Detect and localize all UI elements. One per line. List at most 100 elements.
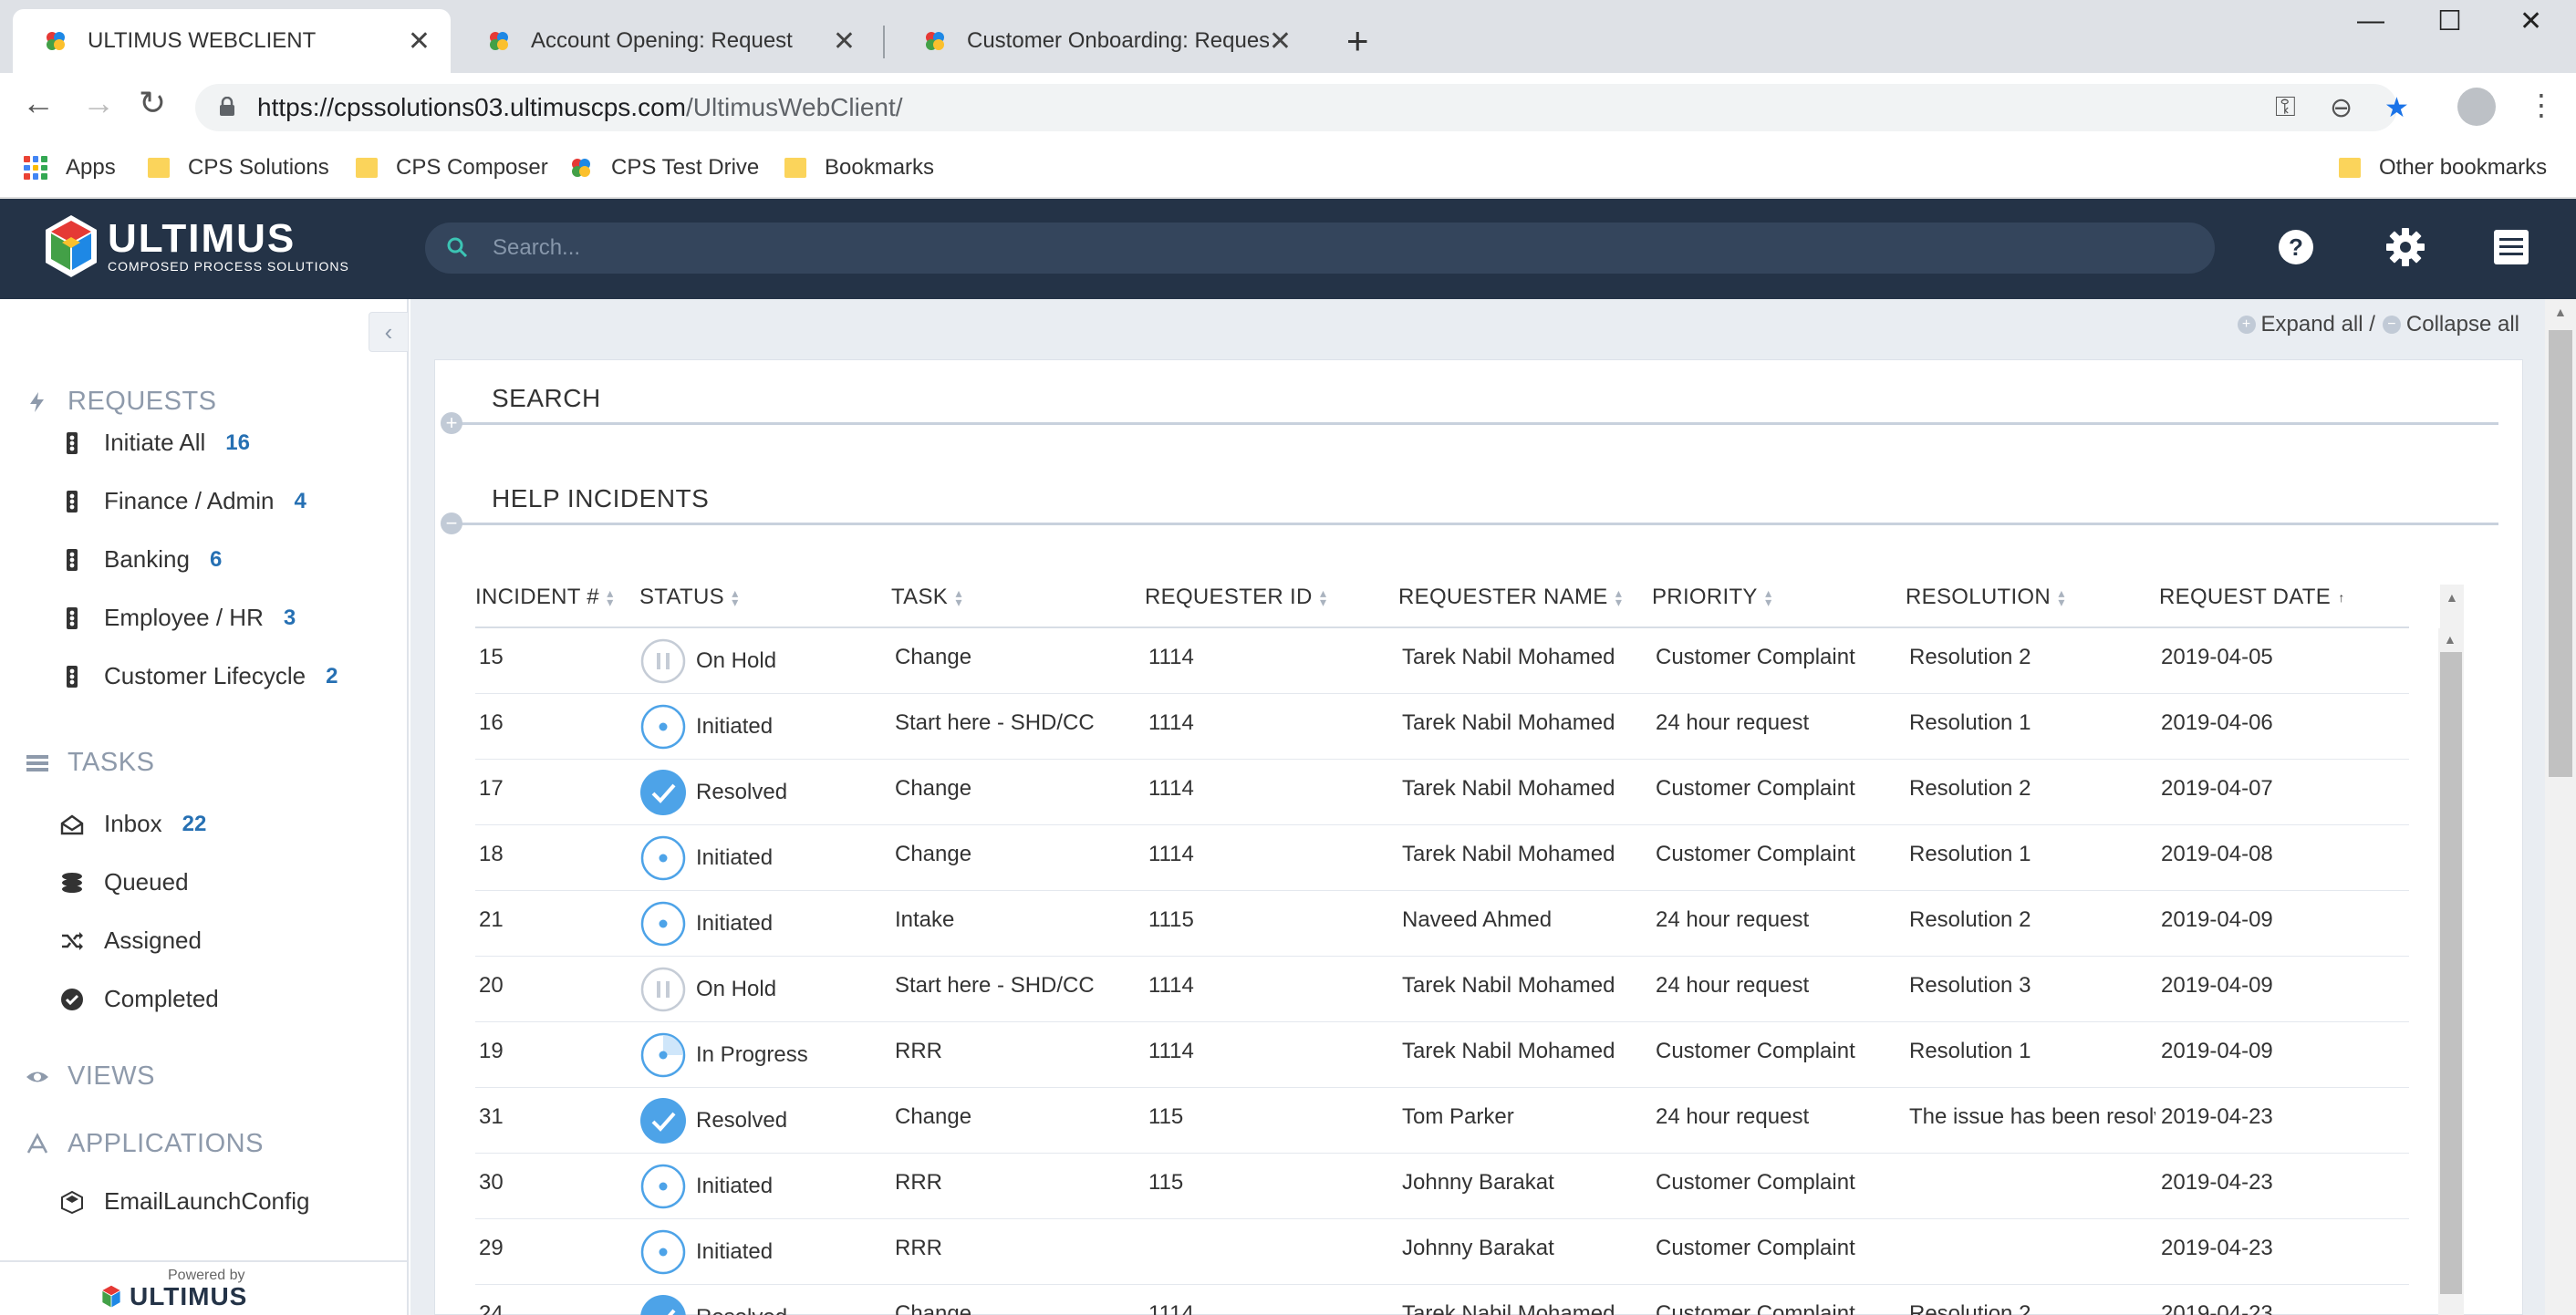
sidebar-item-employee-hr[interactable]: Employee / HR 3 bbox=[60, 604, 296, 632]
new-tab-icon[interactable]: + bbox=[1346, 20, 1369, 62]
brand-name: ULTIMUS bbox=[108, 216, 296, 261]
table-row[interactable]: 30 Initiated RRR 115 Johnny Barakat Customer … bbox=[475, 1154, 2409, 1219]
browser-tab-ultimus[interactable]: ULTIMUS WEBCLIENT ✕ bbox=[13, 9, 451, 73]
sidebar-item-initiate-all[interactable]: Initiate All 16 bbox=[60, 429, 250, 457]
scroll-up-icon[interactable]: ▲ bbox=[2446, 590, 2458, 605]
status-label: Initiated bbox=[696, 911, 774, 936]
cell-status: Initiated bbox=[639, 900, 886, 947]
table-row[interactable]: 19 In Progress RRR 1114 Tarek Nabil Mohamed C… bbox=[475, 1022, 2409, 1088]
table-row[interactable]: 17 Resolved Change 1114 Tarek Nabil Mohamed C… bbox=[475, 760, 2409, 825]
address-bar[interactable]: https://cpssolutions03.ultimuscps.com/Ul… bbox=[195, 84, 2409, 131]
collapse-all-link[interactable]: Collapse all bbox=[2406, 312, 2519, 337]
column-header-requester-name[interactable]: REQUESTER NAME ▴ ▾ bbox=[1398, 585, 1625, 610]
scrollbar-thumb[interactable] bbox=[2549, 330, 2572, 777]
scroll-up-icon[interactable]: ▲ bbox=[2554, 305, 2567, 319]
gear-icon[interactable] bbox=[2384, 226, 2426, 268]
table-row[interactable]: 15 On Hold Change 1114 Tarek Nabil Mohamed Cu… bbox=[475, 628, 2409, 694]
cell-requester-name: Naveed Ahmed bbox=[1402, 907, 1553, 932]
search-input[interactable] bbox=[493, 230, 2189, 266]
sidebar-item-customer-lifecycle[interactable]: Customer Lifecycle 2 bbox=[60, 662, 338, 690]
status-label: Initiated bbox=[696, 845, 774, 870]
bookmark-other[interactable]: Other bookmarks bbox=[2339, 150, 2547, 186]
close-tab-icon[interactable]: ✕ bbox=[408, 26, 431, 57]
profile-avatar[interactable] bbox=[2457, 88, 2496, 126]
maximize-icon[interactable]: ☐ bbox=[2437, 5, 2462, 37]
sidebar-section-tasks[interactable]: TASKS bbox=[26, 748, 154, 778]
expand-all-link[interactable]: Expand all / bbox=[2261, 312, 2375, 337]
collapse-section-icon[interactable]: − bbox=[441, 513, 462, 534]
table-row[interactable]: 16 Initiated Start here - SHD/CC 1114 Tarek … bbox=[475, 694, 2409, 760]
bookmark-cps-solutions[interactable]: CPS Solutions bbox=[148, 150, 329, 186]
table-row[interactable]: 29 Initiated RRR Johnny Barakat Customer Com… bbox=[475, 1219, 2409, 1285]
help-icon[interactable]: ? bbox=[2275, 226, 2317, 268]
minus-circle-icon: − bbox=[2382, 316, 2401, 334]
star-icon[interactable]: ★ bbox=[2384, 92, 2409, 124]
sidebar-item-queued[interactable]: Queued bbox=[60, 868, 189, 896]
expand-section-icon[interactable]: + bbox=[441, 412, 462, 434]
column-header-status[interactable]: STATUS ▴ ▾ bbox=[639, 585, 741, 610]
table-row[interactable]: 20 On Hold Start here - SHD/CC 1114 Tarek Na… bbox=[475, 957, 2409, 1022]
cell-incident: 19 bbox=[479, 1039, 504, 1063]
table-row[interactable]: 18 Initiated Change 1114 Tarek Nabil Mohamed… bbox=[475, 825, 2409, 891]
close-tab-icon[interactable]: ✕ bbox=[1269, 26, 1292, 57]
column-header-priority[interactable]: PRIORITY ▴ ▾ bbox=[1652, 585, 1774, 610]
forward-icon[interactable]: → bbox=[82, 84, 115, 122]
cell-resolution: Resolution 1 bbox=[1909, 1039, 2031, 1063]
bookmark-apps[interactable]: Apps bbox=[24, 150, 116, 186]
sidebar-item-inbox[interactable]: Inbox 22 bbox=[60, 810, 206, 838]
minimize-icon[interactable]: — bbox=[2357, 5, 2384, 36]
sidebar-item-assigned[interactable]: Assigned bbox=[60, 927, 202, 955]
menu-list-icon[interactable] bbox=[2490, 226, 2532, 268]
search-section-title[interactable]: SEARCH bbox=[492, 384, 601, 413]
help-incidents-section-title[interactable]: HELP INCIDENTS bbox=[492, 484, 709, 513]
cell-status: Resolved bbox=[639, 769, 886, 816]
cell-resolution: Resolution 2 bbox=[1909, 645, 2031, 669]
scroll-up-icon[interactable]: ▲ bbox=[2444, 632, 2457, 647]
traffic-light-icon bbox=[67, 606, 78, 629]
sidebar-item-banking[interactable]: Banking 6 bbox=[60, 545, 222, 574]
close-tab-icon[interactable]: ✕ bbox=[833, 26, 856, 57]
sidebar-item-label: Customer Lifecycle bbox=[104, 662, 306, 689]
sidebar-item-emaillaunchconfig[interactable]: EmailLaunchConfig bbox=[60, 1187, 309, 1216]
column-header-request-date[interactable]: REQUEST DATE ↑ bbox=[2159, 585, 2347, 610]
browser-tab-account-opening[interactable]: Account Opening: Request ✕ bbox=[456, 9, 876, 73]
cell-requester-id: 115 bbox=[1148, 1170, 1184, 1195]
cell-request-date: 2019-04-05 bbox=[2161, 645, 2273, 669]
sidebar-item-completed[interactable]: Completed bbox=[60, 985, 219, 1013]
column-header-resolution[interactable]: RESOLUTION ▴ ▾ bbox=[1906, 585, 2067, 610]
cell-requester-id: 1114 bbox=[1148, 1039, 1194, 1063]
bookmark-cps-test-drive[interactable]: CPS Test Drive bbox=[569, 150, 759, 186]
table-row[interactable]: 24 Resolved Change 1114 Tarek Nabil Mohamed C… bbox=[475, 1285, 2409, 1315]
sidebar-section-applications[interactable]: APPLICATIONS bbox=[26, 1129, 264, 1159]
column-header-requester-id[interactable]: REQUESTER ID ▴ ▾ bbox=[1145, 585, 1329, 610]
ultimus-cube-logo-icon bbox=[102, 1285, 120, 1308]
reload-icon[interactable]: ↻ bbox=[139, 84, 166, 122]
browser-tab-customer-onboarding[interactable]: Customer Onboarding: Request ✕ bbox=[892, 9, 1312, 73]
cell-status: On Hold bbox=[639, 637, 886, 685]
bookmark-bookmarks[interactable]: Bookmarks bbox=[784, 150, 934, 186]
table-scrollbar[interactable]: ▲ bbox=[2438, 628, 2464, 1315]
cell-requester-name: Johnny Barakat bbox=[1402, 1236, 1554, 1260]
browser-menu-icon[interactable]: ⋮ bbox=[2527, 88, 2556, 122]
page-scrollbar[interactable]: ▲ bbox=[2545, 299, 2576, 1315]
column-header-task[interactable]: TASK ▴ ▾ bbox=[891, 585, 964, 610]
table-row[interactable]: 31 Resolved Change 115 Tom Parker 24 hour req… bbox=[475, 1088, 2409, 1154]
collapse-sidebar-button[interactable]: ‹ bbox=[369, 312, 409, 352]
column-header-incident[interactable]: INCIDENT # ▴ ▾ bbox=[475, 585, 616, 610]
bookmark-cps-composer[interactable]: CPS Composer bbox=[356, 150, 548, 186]
sort-icon: ▴ ▾ bbox=[955, 585, 962, 609]
global-search bbox=[425, 223, 2215, 274]
section-label: APPLICATIONS bbox=[68, 1129, 264, 1158]
cell-incident: 21 bbox=[479, 907, 504, 932]
ultimus-logo[interactable]: ULTIMUS COMPOSED PROCESS SOLUTIONS bbox=[42, 213, 349, 279]
sidebar-item-finance-admin[interactable]: Finance / Admin 4 bbox=[60, 487, 306, 515]
sidebar-section-views[interactable]: VIEWS bbox=[26, 1061, 155, 1092]
sidebar-section-requests[interactable]: REQUESTS bbox=[26, 387, 217, 417]
key-icon[interactable]: ⚿ bbox=[2275, 92, 2296, 123]
zoom-icon[interactable]: ⊖ bbox=[2330, 92, 2353, 124]
scrollbar-thumb[interactable] bbox=[2440, 652, 2462, 1294]
table-row[interactable]: 21 Initiated Intake 1115 Naveed Ahmed 24 hour… bbox=[475, 891, 2409, 957]
window-close-icon[interactable]: ✕ bbox=[2519, 5, 2542, 37]
cell-priority: 24 hour request bbox=[1656, 710, 1810, 735]
back-icon[interactable]: ← bbox=[22, 84, 55, 122]
